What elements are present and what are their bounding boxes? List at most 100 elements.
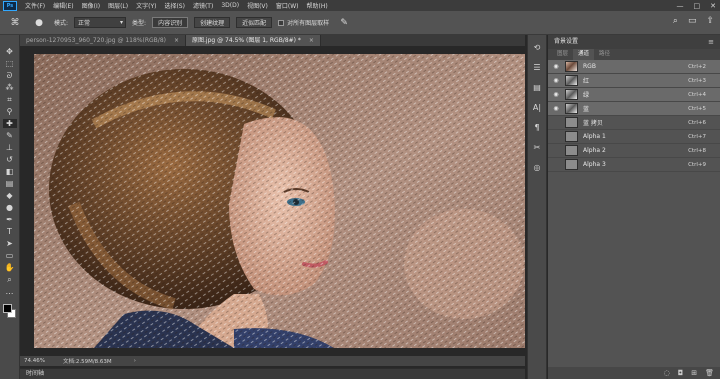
menu-help[interactable]: 帮助(H) <box>303 1 332 10</box>
history-brush-tool-icon[interactable]: ↺ <box>3 155 17 164</box>
options-bar: ⌘ ● 模式: 正常 ▾ 类型: 内容识别 创建纹理 近似匹配 对所有图层取样 … <box>0 11 720 35</box>
document-size: 文档:2.59M/8.63M <box>62 359 112 365</box>
tab-channels[interactable]: 通道 <box>573 49 595 60</box>
lasso-tool-icon[interactable]: ᘐ <box>3 71 17 80</box>
channel-thumbnail <box>565 131 578 142</box>
pen-tool-icon[interactable]: ✒ <box>3 215 17 224</box>
channel-row-alpha-3[interactable]: Alpha 3 Ctrl+9 <box>548 158 720 172</box>
menu-type[interactable]: 文字(Y) <box>132 1 160 10</box>
panel-footer: ◌ ◘ ⊞ 🗑 <box>548 367 720 379</box>
channel-row-red[interactable]: ◉ 红 Ctrl+3 <box>548 74 720 88</box>
blur-tool-icon[interactable]: ◆ <box>3 191 17 200</box>
path-select-tool-icon[interactable]: ➤ <box>3 239 17 248</box>
menu-window[interactable]: 窗口(W) <box>272 1 303 10</box>
more-tools-icon[interactable]: … <box>3 287 17 296</box>
hand-tool-icon[interactable]: ✋ <box>3 263 17 272</box>
canvas-area <box>20 46 525 356</box>
panel-menu-icon[interactable]: ≡ <box>708 35 714 49</box>
patch-tool-icon[interactable]: ⌘ <box>6 16 24 30</box>
minimize-icon[interactable]: — <box>677 2 684 10</box>
channel-name: Alpha 1 <box>583 133 606 140</box>
adjustments-icon[interactable]: ☰ <box>531 63 543 73</box>
menu-filter[interactable]: 滤镜(T) <box>189 1 217 10</box>
channel-row-green[interactable]: ◉ 绿 Ctrl+4 <box>548 88 720 102</box>
search-icon[interactable]: ⌕ <box>673 16 678 26</box>
rectangle-tool-icon[interactable]: ▭ <box>3 251 17 260</box>
marquee-tool-icon[interactable]: ⬚ <box>3 59 17 68</box>
proximity-match-button[interactable]: 近似匹配 <box>236 17 273 28</box>
close-icon[interactable]: × <box>309 35 314 46</box>
character-icon[interactable]: A| <box>531 103 543 113</box>
eye-icon[interactable]: ◉ <box>550 77 562 84</box>
properties-icon[interactable]: ▤ <box>531 83 543 93</box>
channel-shortcut: Ctrl+5 <box>688 105 706 112</box>
tools-preset-icon[interactable]: ✂ <box>531 143 543 153</box>
tab-layers[interactable]: 图层 <box>552 49 573 60</box>
healing-brush-tool-icon[interactable]: ✚ <box>2 119 17 128</box>
channel-thumbnail <box>565 103 578 114</box>
move-tool-icon[interactable]: ✥ <box>3 47 17 56</box>
checkbox-box <box>278 19 285 26</box>
history-icon[interactable]: ⟲ <box>531 43 543 53</box>
gradient-tool-icon[interactable]: ▤ <box>3 179 17 188</box>
channel-row-blue-copy[interactable]: 蓝 拷贝 Ctrl+6 <box>548 116 720 130</box>
channel-shortcut: Ctrl+7 <box>688 133 706 140</box>
document-canvas[interactable] <box>34 54 525 348</box>
close-icon[interactable]: ✕ <box>710 2 716 10</box>
eye-icon[interactable]: ◉ <box>550 105 562 112</box>
tab-original-photo[interactable]: 原图.jpg @ 74.5% (图层 1, RGB/8#) * × <box>186 35 321 46</box>
tab-label: person-1270953_960_720.jpg @ 118%(RGB/8) <box>26 37 166 44</box>
type-tool-icon[interactable]: T <box>3 227 17 236</box>
foreground-color-swatch[interactable] <box>2 304 12 313</box>
share-icon[interactable]: ⇪ <box>706 16 714 26</box>
channel-thumbnail <box>565 145 578 156</box>
pressure-icon[interactable]: ✎ <box>335 16 353 30</box>
eye-icon[interactable]: ◉ <box>550 63 562 70</box>
channel-thumbnail <box>565 117 578 128</box>
dodge-tool-icon[interactable]: ● <box>3 203 17 212</box>
menu-view[interactable]: 视图(V) <box>243 1 272 10</box>
eraser-tool-icon[interactable]: ◧ <box>3 167 17 176</box>
content-aware-button[interactable]: 内容识别 <box>152 17 189 28</box>
create-texture-button[interactable]: 创建纹理 <box>194 17 231 28</box>
crop-tool-icon[interactable]: ⌗ <box>3 95 17 104</box>
delete-channel-icon[interactable]: 🗑 <box>705 369 714 377</box>
eye-icon[interactable]: ◉ <box>550 91 562 98</box>
channel-shortcut: Ctrl+3 <box>688 77 706 84</box>
sample-all-layers-checkbox[interactable]: 对所有图层取样 <box>278 18 329 27</box>
menu-edit[interactable]: 编辑(E) <box>49 1 77 10</box>
maximize-icon[interactable]: □ <box>694 2 701 10</box>
menu-image[interactable]: 图像(I) <box>78 1 104 10</box>
chevron-right-icon[interactable]: › <box>134 358 136 364</box>
channel-shortcut: Ctrl+9 <box>688 161 706 168</box>
menu-layer[interactable]: 图层(L) <box>104 1 132 10</box>
channel-name: Alpha 3 <box>583 161 606 168</box>
channel-row-rgb[interactable]: ◉ RGB Ctrl+2 <box>548 60 720 74</box>
new-channel-icon[interactable]: ⊞ <box>691 369 697 377</box>
menu-3d[interactable]: 3D(D) <box>217 2 243 9</box>
channel-row-alpha-1[interactable]: Alpha 1 Ctrl+7 <box>548 130 720 144</box>
color-swatches[interactable] <box>2 303 18 321</box>
paragraph-icon[interactable]: ¶ <box>531 123 543 133</box>
load-selection-icon[interactable]: ◌ <box>664 369 670 377</box>
timeline-panel-tab[interactable]: 时间轴 <box>20 368 525 379</box>
quick-select-tool-icon[interactable]: ⁂ <box>3 83 17 92</box>
mode-select[interactable]: 正常 ▾ <box>74 17 127 28</box>
channel-row-alpha-2[interactable]: Alpha 2 Ctrl+8 <box>548 144 720 158</box>
brush-preset-icon[interactable]: ● <box>30 16 48 30</box>
eyedropper-tool-icon[interactable]: ⚲ <box>3 107 17 116</box>
menu-select[interactable]: 选择(S) <box>160 1 189 10</box>
close-icon[interactable]: × <box>174 35 179 46</box>
clone-stamp-tool-icon[interactable]: ⊥ <box>3 143 17 152</box>
channel-row-blue[interactable]: ◉ 蓝 Ctrl+5 <box>548 102 720 116</box>
tab-paths[interactable]: 路径 <box>594 49 615 60</box>
libraries-icon[interactable]: ◎ <box>531 163 543 173</box>
channel-shortcut: Ctrl+8 <box>688 147 706 154</box>
brush-tool-icon[interactable]: ✎ <box>3 131 17 140</box>
menu-file[interactable]: 文件(F) <box>21 1 49 10</box>
zoom-tool-icon[interactable]: ⌕ <box>3 275 17 284</box>
zoom-level[interactable]: 74.46% <box>24 358 45 364</box>
workspace-icon[interactable]: ▭ <box>688 16 697 26</box>
tab-person-photo[interactable]: person-1270953_960_720.jpg @ 118%(RGB/8)… <box>20 35 187 46</box>
save-selection-icon[interactable]: ◘ <box>678 369 684 377</box>
